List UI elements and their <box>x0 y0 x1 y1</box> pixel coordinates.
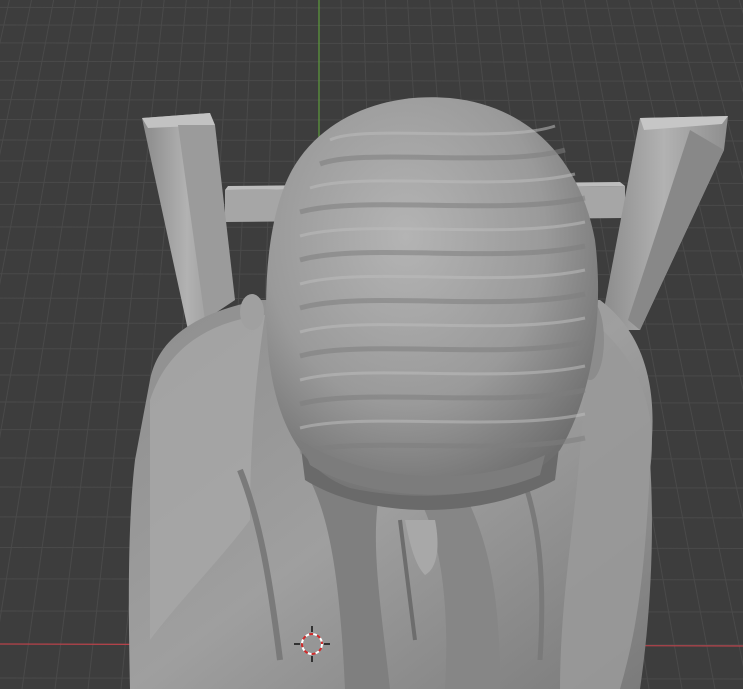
viewport-scene[interactable] <box>0 0 743 689</box>
3d-viewport[interactable] <box>0 0 743 689</box>
